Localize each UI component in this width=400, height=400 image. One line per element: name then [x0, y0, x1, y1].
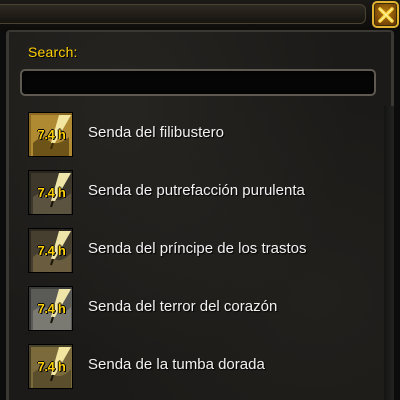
map-quill-icon: 7.4 h: [28, 344, 73, 389]
row-duration-badge: 7.4 h: [37, 185, 66, 200]
map-quill-icon: 7.4 h: [28, 170, 73, 215]
list-item[interactable]: 7.4 h Senda de la tumba dorada: [28, 344, 378, 390]
row-label: Senda del príncipe de los trastos: [88, 240, 307, 257]
window-title-bar: [0, 0, 400, 30]
close-button[interactable]: [372, 1, 399, 28]
row-duration-badge: 7.4 h: [37, 127, 66, 142]
search-label: Search:: [28, 44, 78, 60]
list-item[interactable]: 7.4 h Senda del príncipe de los trastos: [28, 228, 378, 274]
row-label: Senda del filibustero: [88, 124, 224, 141]
row-label: Senda del terror del corazón: [88, 298, 278, 315]
title-strip: [0, 4, 366, 24]
search-input[interactable]: [20, 69, 376, 96]
row-duration-badge: 7.4 h: [37, 359, 66, 374]
list-item[interactable]: 7.4 h Senda del terror del corazón: [28, 286, 378, 332]
map-quill-icon: 7.4 h: [28, 112, 73, 157]
list-item[interactable]: 7.4 h Senda del filibustero: [28, 112, 378, 158]
map-quill-icon: 7.4 h: [28, 228, 73, 273]
row-duration-badge: 7.4 h: [37, 301, 66, 316]
row-label: Senda de la tumba dorada: [88, 356, 265, 373]
close-x-icon: [377, 6, 394, 23]
row-label: Senda de putrefacción purulenta: [88, 182, 305, 199]
scrollbar[interactable]: [384, 106, 394, 400]
row-duration-badge: 7.4 h: [37, 243, 66, 258]
list-item[interactable]: 7.4 h Senda de putrefacción purulenta: [28, 170, 378, 216]
map-quill-icon: 7.4 h: [28, 286, 73, 331]
